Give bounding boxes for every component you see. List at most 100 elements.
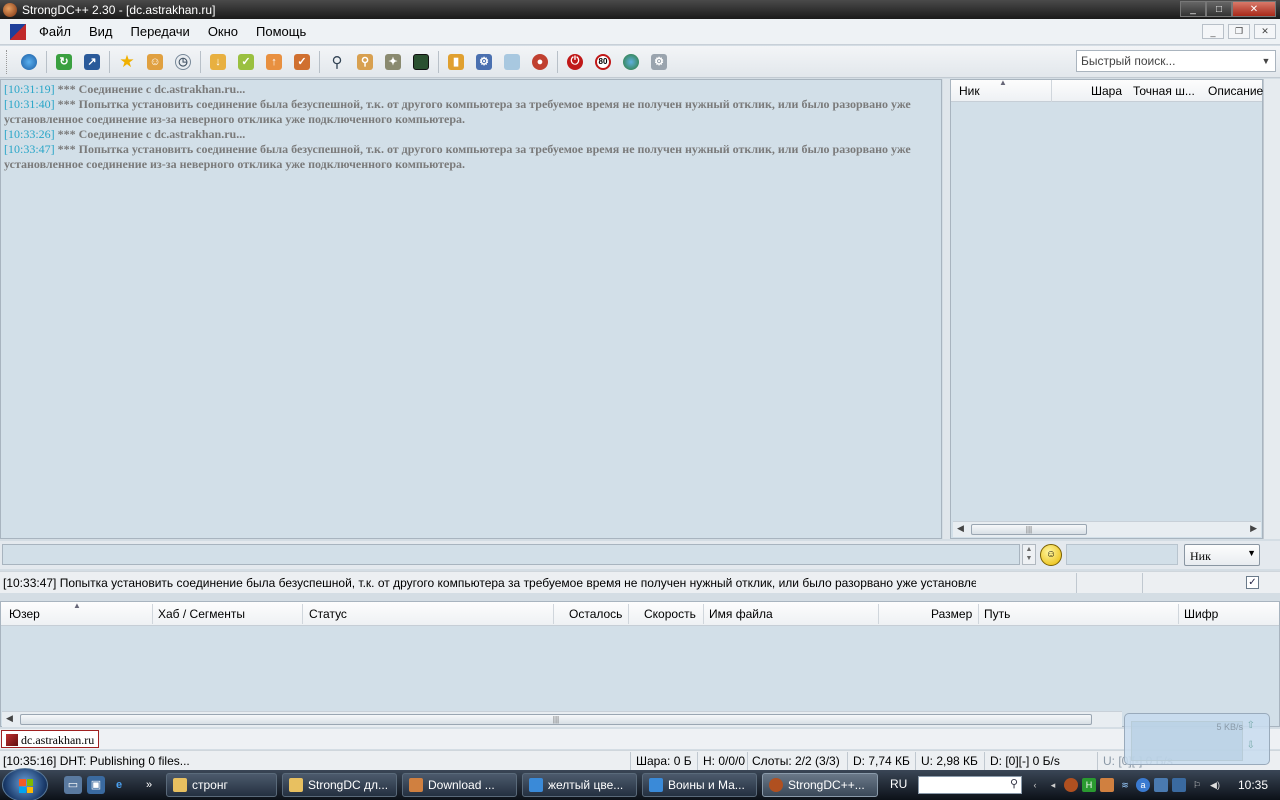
minimize-button[interactable]: _ [1180, 1, 1206, 17]
taskbar-item[interactable]: желтый цве... [522, 773, 637, 797]
filter-column-select[interactable]: Ник ▼ [1184, 544, 1260, 566]
transfers-list[interactable]: Юзер ▲ Хаб / Сегменты Статус Осталось Ск… [0, 601, 1280, 727]
taskbar-item[interactable]: StrongDC дл... [282, 773, 397, 797]
taskbar-item[interactable]: стронг [166, 773, 277, 797]
volume-icon[interactable]: ◀) [1208, 778, 1222, 792]
settings-icon[interactable]: ⚙ [473, 51, 495, 73]
start-button[interactable] [2, 768, 48, 800]
taskbar-clock[interactable]: 10:35 [1238, 778, 1268, 792]
speed-up-icon[interactable]: ⇧ [1247, 720, 1255, 731]
download-tray-icon[interactable] [1100, 778, 1114, 792]
menu-file[interactable]: Файл [30, 24, 80, 39]
h-tray-icon[interactable]: H [1082, 778, 1096, 792]
recent-hubs-icon[interactable]: ◷ [172, 51, 194, 73]
tray-arrow-icon[interactable]: ‹ [1028, 778, 1042, 792]
connection-tray-icon[interactable] [1172, 778, 1186, 792]
quick-search-combobox[interactable]: Быстрый поиск... ▼ [1076, 50, 1276, 72]
scroll-right-icon[interactable]: ▶ [1250, 523, 1257, 534]
column-speed[interactable]: Скорость [644, 607, 696, 621]
column-nick[interactable]: Ник [959, 84, 980, 98]
column-path[interactable]: Путь [984, 607, 1010, 621]
message-spin-arrows[interactable]: ▲ ▼ [1022, 544, 1036, 565]
search-spy-icon[interactable]: ✦ [382, 51, 404, 73]
show-desktop-icon[interactable]: ▭ [64, 776, 82, 794]
favorites-star-icon[interactable]: ★ [116, 51, 138, 73]
speed-graph-popup[interactable]: 5 KB/s ⇧ ⇩ [1124, 713, 1270, 765]
user-list-vscrollbar[interactable] [1263, 79, 1280, 539]
column-size[interactable]: Размер [931, 607, 972, 621]
column-divider[interactable] [628, 604, 629, 624]
redirect-icon[interactable]: ↗ [81, 51, 103, 73]
column-description[interactable]: Описание [1208, 84, 1263, 98]
mdi-close-button[interactable]: ✕ [1254, 24, 1276, 39]
chevron-down-icon[interactable]: ▼ [1259, 53, 1273, 69]
column-cipher[interactable]: Шифр [1184, 607, 1218, 621]
menu-view[interactable]: Вид [80, 24, 122, 39]
quicklaunch-more-icon[interactable]: » [140, 776, 158, 794]
chat-userlist-splitter[interactable] [943, 79, 950, 539]
download-queue-icon[interactable]: ↓ [207, 51, 229, 73]
scroll-left-icon[interactable]: ◀ [957, 523, 964, 534]
help-tray-icon[interactable]: a [1136, 778, 1150, 792]
language-indicator[interactable]: RU [890, 777, 907, 791]
adl-search-icon[interactable]: ⚲ [354, 51, 376, 73]
cdm-debug-icon[interactable]: ● [529, 51, 551, 73]
shutdown-icon[interactable]: ⏻ [564, 51, 586, 73]
user-filter-input[interactable] [1066, 544, 1178, 565]
upload-queue-icon[interactable]: ↑ [263, 51, 285, 73]
notepad-icon[interactable] [410, 51, 432, 73]
maximize-button[interactable]: □ [1206, 1, 1232, 17]
column-filename[interactable]: Имя файла [709, 607, 773, 621]
mdi-minimize-button[interactable]: _ [1202, 24, 1224, 39]
tab-hub[interactable]: dc.astrakhan.ru [1, 730, 100, 748]
user-list-hscrollbar[interactable]: ◀ ||| ▶ [953, 521, 1261, 537]
system-log-icon[interactable]: ⚙ [648, 51, 670, 73]
search-icon[interactable]: ⚲ [326, 51, 348, 73]
column-share[interactable]: Шара [1091, 84, 1122, 98]
column-hub-segments[interactable]: Хаб / Сегменты [158, 607, 245, 621]
limiter-80-icon[interactable]: 80 [592, 51, 614, 73]
show-userlist-checkbox[interactable]: ✓ [1246, 576, 1259, 589]
tray-collapse-icon[interactable]: ◂ [1046, 778, 1060, 792]
close-button[interactable]: ✕ [1232, 1, 1276, 17]
column-divider[interactable] [978, 604, 979, 624]
user-list[interactable]: Ник ▲ Шара Точная ш... Описание ◀ ||| ▶ [950, 78, 1263, 539]
open-file-list-icon[interactable]: ▮ [445, 51, 467, 73]
hub-chat-log[interactable]: [10:31:19] *** Соединение с dc.astrakhan… [0, 79, 942, 539]
menu-window[interactable]: Окно [199, 24, 247, 39]
menu-transfers[interactable]: Передачи [122, 24, 199, 39]
scrollbar-thumb[interactable]: ||| [971, 524, 1087, 535]
speed-down-icon[interactable]: ⇩ [1247, 740, 1255, 751]
strongdc-tray-icon[interactable] [1064, 778, 1078, 792]
flag-tray-icon[interactable]: ⚐ [1190, 778, 1204, 792]
column-exact-share[interactable]: Точная ш... [1133, 84, 1195, 98]
lan-tray-icon[interactable] [1154, 778, 1168, 792]
globe-icon[interactable] [18, 51, 40, 73]
ie-quicklaunch-icon[interactable]: e [110, 776, 128, 794]
taskbar-item[interactable]: Воины и Ма... [642, 773, 757, 797]
chevron-down-icon[interactable]: ▼ [1247, 548, 1256, 558]
switch-windows-icon[interactable]: ▣ [87, 776, 105, 794]
transfers-hscrollbar[interactable]: ◀ ||| [2, 711, 1122, 727]
taskbar-item-active[interactable]: StrongDC++... [762, 773, 878, 797]
scrollbar-thumb[interactable]: ||| [20, 714, 1092, 725]
hash-progress-icon[interactable] [620, 51, 642, 73]
column-divider[interactable] [1178, 604, 1179, 624]
emoticon-icon[interactable]: ☺ [1040, 544, 1062, 566]
finished-downloads-icon[interactable]: ✓ [235, 51, 257, 73]
taskbar-search-input[interactable]: ⚲ [918, 776, 1022, 794]
finished-uploads-icon[interactable]: ✓ [291, 51, 313, 73]
search-icon[interactable]: ⚲ [1010, 777, 1018, 790]
column-divider[interactable] [553, 604, 554, 624]
network-tray-icon[interactable]: ≋ [1118, 778, 1132, 792]
mdi-restore-button[interactable]: ❐ [1228, 24, 1250, 39]
column-divider[interactable] [152, 604, 153, 624]
toolbar-grip[interactable] [6, 49, 9, 74]
column-time-left[interactable]: Осталось [569, 607, 622, 621]
column-user[interactable]: Юзер [9, 607, 40, 621]
column-status[interactable]: Статус [309, 607, 347, 621]
scroll-left-icon[interactable]: ◀ [6, 713, 13, 724]
column-divider[interactable] [1051, 80, 1052, 102]
menu-help[interactable]: Помощь [247, 24, 315, 39]
favorite-users-icon[interactable]: ☺ [144, 51, 166, 73]
